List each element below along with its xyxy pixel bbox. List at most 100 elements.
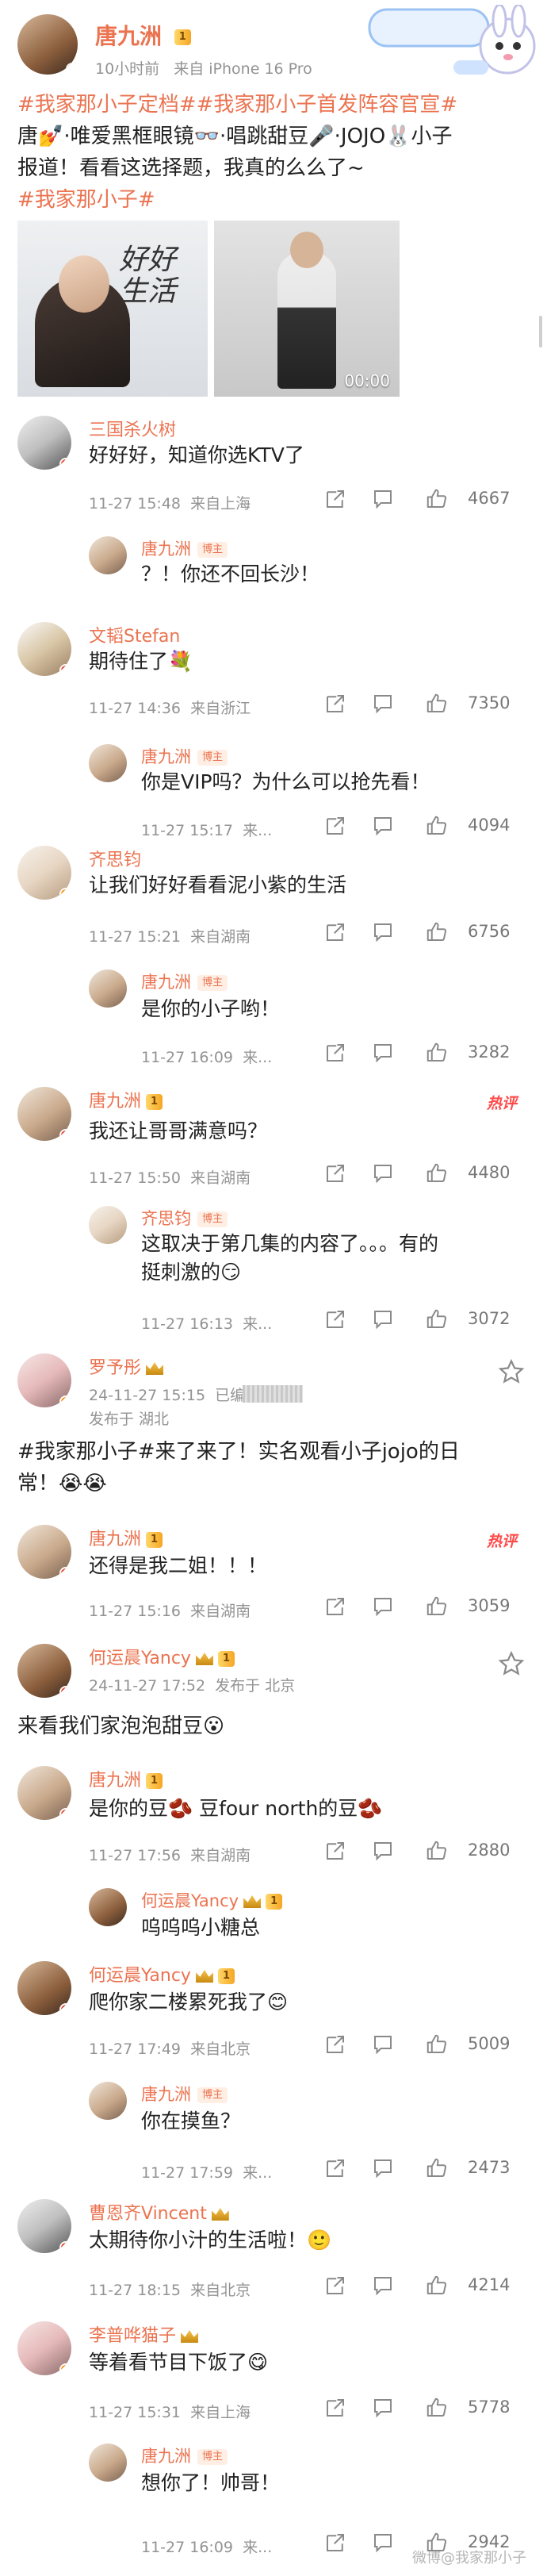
- post-image-poster[interactable]: 好好生活: [17, 221, 208, 397]
- comment-icon[interactable]: [371, 2156, 395, 2180]
- comment-icon[interactable]: [371, 2033, 395, 2056]
- post-topics-line[interactable]: #我家那小子定档##我家那小子首发阵容官宣#: [17, 89, 533, 121]
- like-icon[interactable]: [425, 814, 449, 838]
- commenter-name-text[interactable]: 三国杀火树: [89, 420, 176, 440]
- scrollbar[interactable]: [539, 316, 542, 347]
- star-icon[interactable]: [498, 1358, 525, 1385]
- comment-icon[interactable]: [371, 692, 395, 716]
- comment-icon[interactable]: [371, 1041, 395, 1065]
- reposter-name-text[interactable]: 罗予彤: [89, 1358, 141, 1378]
- reply-author-name-text[interactable]: 唐九洲: [141, 2085, 191, 2104]
- commenter-name[interactable]: 唐九洲 1: [89, 1087, 163, 1112]
- reply-author-name[interactable]: 唐九洲 博主: [141, 969, 228, 993]
- share-icon[interactable]: [323, 814, 347, 838]
- comment-icon[interactable]: [371, 814, 395, 838]
- reposter-name[interactable]: 罗予彤: [89, 1353, 164, 1379]
- share-icon[interactable]: [323, 692, 347, 716]
- like-icon[interactable]: [425, 920, 449, 944]
- reposter-avatar[interactable]: [17, 1644, 71, 1698]
- share-icon[interactable]: [323, 1307, 347, 1331]
- post-author-name-text[interactable]: 唐九洲: [95, 23, 162, 49]
- share-icon[interactable]: [323, 487, 347, 511]
- commenter-avatar[interactable]: [17, 622, 71, 676]
- like-icon[interactable]: [425, 2274, 449, 2298]
- like-icon[interactable]: [425, 1839, 449, 1863]
- like-icon[interactable]: [425, 1161, 449, 1185]
- share-icon[interactable]: [323, 1595, 347, 1618]
- share-icon[interactable]: [323, 2156, 347, 2180]
- reply-author-name[interactable]: 唐九洲 博主: [141, 536, 228, 560]
- reply-author-name-text[interactable]: 唐九洲: [141, 2447, 191, 2466]
- share-icon[interactable]: [323, 1839, 347, 1863]
- commenter-avatar[interactable]: [17, 2321, 71, 2375]
- comment-icon[interactable]: [371, 920, 395, 944]
- share-icon[interactable]: [323, 2274, 347, 2298]
- share-icon[interactable]: [323, 920, 347, 944]
- like-icon[interactable]: [425, 1595, 449, 1618]
- commenter-name-text[interactable]: 唐九洲: [89, 1530, 141, 1549]
- reposter-name-text[interactable]: 何运晨Yancy: [89, 1649, 191, 1668]
- commenter-avatar[interactable]: [17, 1766, 71, 1820]
- reply-avatar[interactable]: [89, 1206, 127, 1244]
- commenter-name-text[interactable]: 唐九洲: [89, 1771, 141, 1791]
- post-video-thumbnail[interactable]: 00:00: [214, 221, 400, 397]
- commenter-name[interactable]: 李普哗猫子: [89, 2321, 199, 2347]
- reply-avatar[interactable]: [89, 2082, 127, 2120]
- reply-author-name[interactable]: 唐九洲 博主: [141, 2082, 228, 2106]
- reply-avatar[interactable]: [89, 744, 127, 782]
- reply-author-name-text[interactable]: 唐九洲: [141, 539, 191, 559]
- reply-author-name[interactable]: 何运晨Yancy 1: [141, 1888, 283, 1912]
- share-icon[interactable]: [323, 2033, 347, 2056]
- reply-author-name-text[interactable]: 何运晨Yancy: [141, 1891, 239, 1910]
- post-author-avatar[interactable]: [17, 14, 78, 75]
- comment-icon[interactable]: [371, 2274, 395, 2298]
- reply-avatar[interactable]: [89, 969, 127, 1008]
- share-icon[interactable]: [323, 2531, 347, 2555]
- commenter-name[interactable]: 三国杀火树: [89, 416, 176, 441]
- comment-icon[interactable]: [371, 1161, 395, 1185]
- share-icon[interactable]: [323, 1041, 347, 1065]
- post-author-name[interactable]: 唐九洲 1: [95, 19, 191, 51]
- reply-author-name-text[interactable]: 唐九洲: [141, 747, 191, 766]
- share-icon[interactable]: [323, 2396, 347, 2420]
- commenter-avatar[interactable]: [17, 1525, 71, 1579]
- comment-icon[interactable]: [371, 487, 395, 511]
- like-icon[interactable]: [425, 2156, 449, 2180]
- comment-icon[interactable]: [371, 2531, 395, 2555]
- commenter-name-text[interactable]: 李普哗猫子: [89, 2326, 176, 2346]
- reposter-avatar[interactable]: [17, 1353, 71, 1407]
- reply-author-name[interactable]: 唐九洲 博主: [141, 744, 228, 768]
- commenter-name[interactable]: 唐九洲 1: [89, 1525, 163, 1550]
- reposter-name[interactable]: 何运晨Yancy 1: [89, 1644, 235, 1669]
- commenter-name[interactable]: 何运晨Yancy 1: [89, 1961, 235, 1987]
- comment-icon[interactable]: [371, 1307, 395, 1331]
- share-icon[interactable]: [323, 1161, 347, 1185]
- like-icon[interactable]: [425, 487, 449, 511]
- like-icon[interactable]: [425, 1307, 449, 1331]
- commenter-avatar[interactable]: [17, 1087, 71, 1141]
- commenter-name-text[interactable]: 曹恩齐Vincent: [89, 2204, 207, 2224]
- reply-avatar[interactable]: [89, 1888, 127, 1926]
- like-icon[interactable]: [425, 2531, 449, 2555]
- commenter-name[interactable]: 唐九洲 1: [89, 1766, 163, 1791]
- commenter-name-text[interactable]: 齐思钧: [89, 850, 141, 870]
- commenter-avatar[interactable]: [17, 1961, 71, 2015]
- reply-author-name-text[interactable]: 唐九洲: [141, 973, 191, 992]
- commenter-avatar[interactable]: [17, 416, 71, 470]
- reply-avatar[interactable]: [89, 2444, 127, 2482]
- commenter-name-text[interactable]: 何运晨Yancy: [89, 1966, 191, 1986]
- like-icon[interactable]: [425, 692, 449, 716]
- commenter-name-text[interactable]: 唐九洲: [89, 1092, 141, 1111]
- commenter-name[interactable]: 文韬Stefan: [89, 622, 180, 647]
- like-icon[interactable]: [425, 1041, 449, 1065]
- reply-author-name[interactable]: 齐思钧 博主: [141, 1206, 228, 1230]
- like-icon[interactable]: [425, 2396, 449, 2420]
- star-icon[interactable]: [498, 1650, 525, 1677]
- commenter-name[interactable]: 曹恩齐Vincent: [89, 2199, 229, 2225]
- like-icon[interactable]: [425, 2033, 449, 2056]
- commenter-avatar[interactable]: [17, 846, 71, 900]
- comment-icon[interactable]: [371, 1595, 395, 1618]
- commenter-avatar[interactable]: [17, 2199, 71, 2253]
- comment-icon[interactable]: [371, 1839, 395, 1863]
- commenter-name-text[interactable]: 文韬Stefan: [89, 627, 180, 647]
